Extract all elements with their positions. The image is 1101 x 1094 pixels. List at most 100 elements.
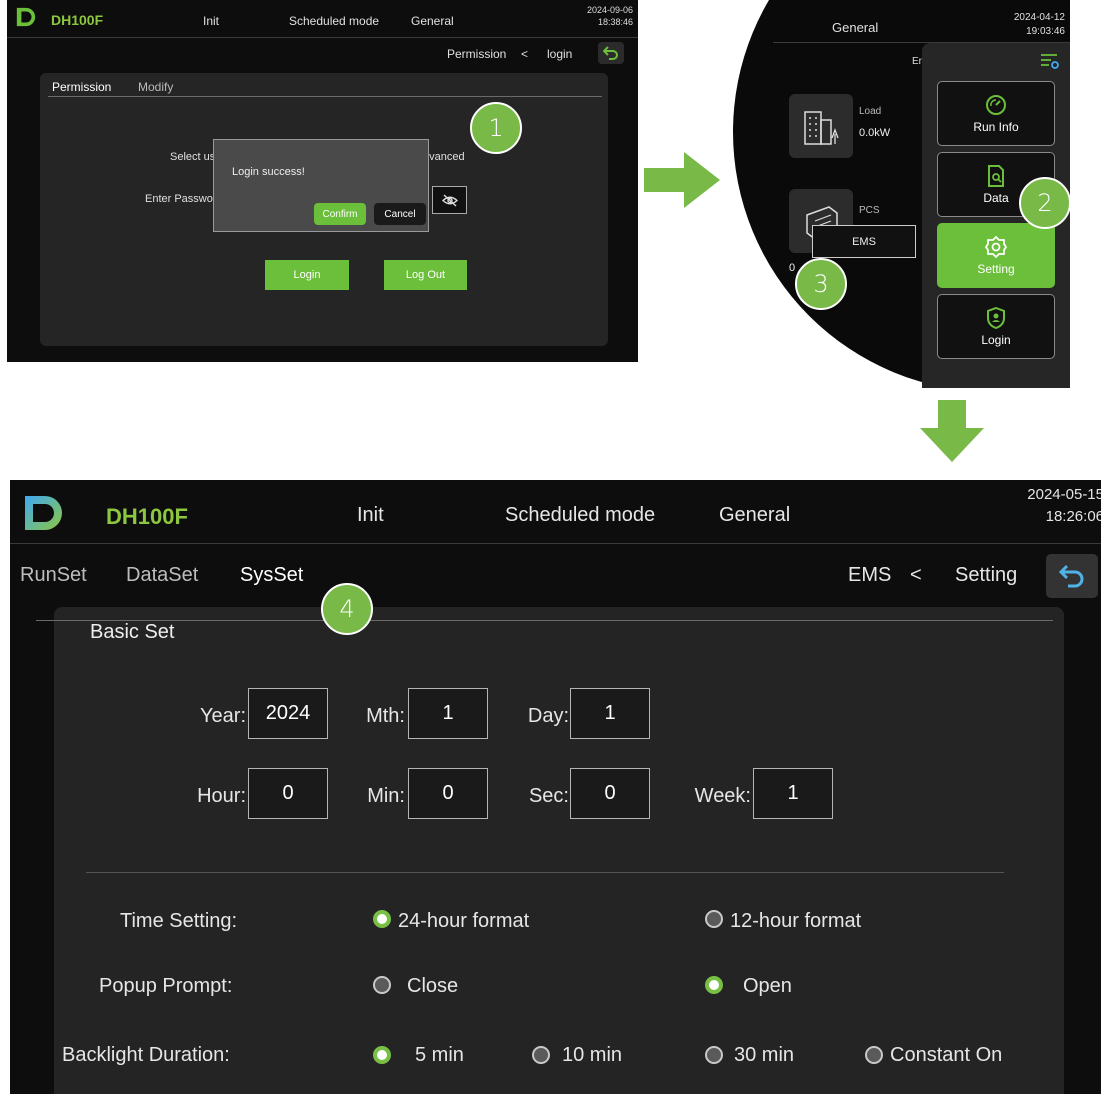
option-open[interactable]: Open — [743, 975, 792, 998]
user-shield-icon — [987, 306, 1005, 329]
load-device[interactable] — [789, 94, 853, 158]
breadcrumb-permission[interactable]: Permission — [447, 47, 506, 61]
time-setting-label: Time Setting: — [120, 910, 238, 932]
eye-off-icon — [442, 194, 458, 207]
breadcrumb-separator: < — [521, 47, 529, 61]
option-24-hour[interactable]: 24-hour format — [398, 910, 529, 933]
tab-runset[interactable]: RunSet — [20, 564, 87, 587]
backlight-duration-label: Backlight Duration: — [62, 1044, 230, 1066]
logout-button[interactable]: Log Out — [384, 260, 467, 290]
section-divider — [36, 620, 1053, 621]
pcs-label: PCS — [859, 205, 880, 216]
radio-12-hour[interactable] — [705, 910, 723, 928]
partial-label: Er — [912, 56, 922, 67]
tab-modify[interactable]: Modify — [138, 80, 173, 94]
arrow-down-icon — [920, 400, 984, 462]
menu-general[interactable]: General — [411, 14, 454, 28]
step-marker-3: 3 — [795, 258, 847, 310]
date-text: 2024-04-12 — [1013, 12, 1065, 23]
select-user-label: Select us — [170, 151, 216, 163]
radio-5-min[interactable] — [373, 1046, 391, 1064]
radio-open[interactable] — [705, 976, 723, 994]
menu-scheduled-mode[interactable]: Scheduled mode — [505, 504, 655, 527]
datetime: 2024-09-06 18:38:46 — [587, 4, 633, 28]
top-bar: DH100F Init Scheduled mode General 2024-… — [10, 480, 1101, 544]
year-input[interactable]: 2024 — [248, 688, 328, 739]
step-marker-1: 1 — [470, 102, 522, 154]
building-icon — [804, 111, 839, 145]
option-5-min[interactable]: 5 min — [415, 1044, 464, 1067]
confirm-button[interactable]: Confirm — [314, 203, 366, 225]
login-screen: DH100F Init Scheduled mode General 2024-… — [7, 0, 638, 362]
popup-prompt-label: Popup Prompt: — [99, 975, 233, 997]
radio-close[interactable] — [373, 976, 391, 994]
menu-init[interactable]: Init — [203, 14, 219, 28]
load-label: Load — [859, 106, 882, 117]
hour-input[interactable]: 0 — [248, 768, 328, 819]
option-30-min[interactable]: 30 min — [734, 1044, 794, 1067]
tab-sysset[interactable]: SysSet — [240, 564, 303, 587]
minute-input[interactable]: 0 — [408, 768, 488, 819]
option-constant-on[interactable]: Constant On — [890, 1044, 1002, 1067]
option-12-hour[interactable]: 12-hour format — [730, 910, 861, 933]
breadcrumb-ems[interactable]: EMS — [848, 564, 891, 587]
load-value: 0.0kW — [859, 127, 891, 139]
dialog-message: Login success! — [232, 166, 305, 178]
breadcrumb-separator: < — [910, 564, 922, 586]
header-general: General — [832, 20, 879, 35]
sidebar-item-login[interactable]: Login — [937, 294, 1055, 359]
basic-set-card: Basic Set — [54, 607, 1064, 1094]
sidebar-item-setting[interactable]: Setting — [937, 223, 1055, 288]
gear-icon — [985, 235, 1007, 258]
datetime: 2024-04-12 19:03:46 — [1014, 11, 1065, 39]
menu-general[interactable]: General — [719, 504, 790, 527]
speedometer-icon — [986, 94, 1006, 115]
menu-settings-icon[interactable] — [1040, 53, 1060, 69]
radio-30-min[interactable] — [705, 1046, 723, 1064]
second-label: Sec: — [528, 785, 569, 807]
sysset-screen: DH100F Init Scheduled mode General 2024-… — [10, 480, 1101, 1094]
menu-init[interactable]: Init — [357, 504, 384, 527]
logo-icon — [16, 7, 36, 27]
tab-permission[interactable]: Permission — [52, 80, 111, 94]
ems-button[interactable]: EMS — [812, 225, 916, 258]
brand-name: DH100F — [106, 504, 188, 529]
radio-10-min[interactable] — [532, 1046, 550, 1064]
week-input[interactable]: 1 — [753, 768, 833, 819]
brand-name: DH100F — [51, 12, 104, 28]
document-search-icon — [988, 164, 1004, 187]
password-label: Enter Passwo — [145, 193, 213, 205]
day-input[interactable]: 1 — [570, 688, 650, 739]
pcs-partial-value: 0 — [789, 262, 796, 274]
cancel-button[interactable]: Cancel — [374, 203, 426, 225]
month-input[interactable]: 1 — [408, 688, 488, 739]
sidebar-item-label: Data — [983, 190, 1009, 205]
sidebar-item-label: Login — [981, 332, 1011, 347]
arrow-right-icon — [644, 152, 720, 208]
top-bar: DH100F Init Scheduled mode General 2024-… — [7, 0, 638, 38]
time-text: 19:03:46 — [1026, 26, 1065, 37]
menu-scheduled-mode[interactable]: Scheduled mode — [289, 14, 379, 28]
step-marker-4: 4 — [321, 583, 373, 635]
hour-label: Hour: — [197, 785, 246, 807]
tab-dataset[interactable]: DataSet — [126, 564, 198, 587]
section-title: Basic Set — [90, 621, 175, 643]
option-close[interactable]: Close — [407, 975, 458, 998]
logo-icon — [25, 496, 62, 530]
sidebar-item-run-info[interactable]: Run Info — [937, 81, 1055, 146]
second-input[interactable]: 0 — [570, 768, 650, 819]
sidebar-item-label: Run Info — [973, 119, 1019, 134]
back-button[interactable] — [598, 42, 624, 64]
tab-divider — [48, 96, 602, 97]
sidebar-item-label: Setting — [977, 261, 1015, 276]
back-icon — [603, 46, 618, 60]
login-button[interactable]: Login — [265, 260, 349, 290]
advanced-label: dvanced — [423, 151, 465, 163]
date-text: 2024-09-06 — [586, 5, 633, 15]
week-label: Week: — [694, 785, 751, 807]
radio-24-hour[interactable] — [373, 910, 391, 928]
back-button[interactable] — [1046, 554, 1098, 598]
radio-constant-on[interactable] — [865, 1046, 883, 1064]
password-visibility-toggle[interactable] — [432, 186, 467, 214]
option-10-min[interactable]: 10 min — [562, 1044, 622, 1067]
